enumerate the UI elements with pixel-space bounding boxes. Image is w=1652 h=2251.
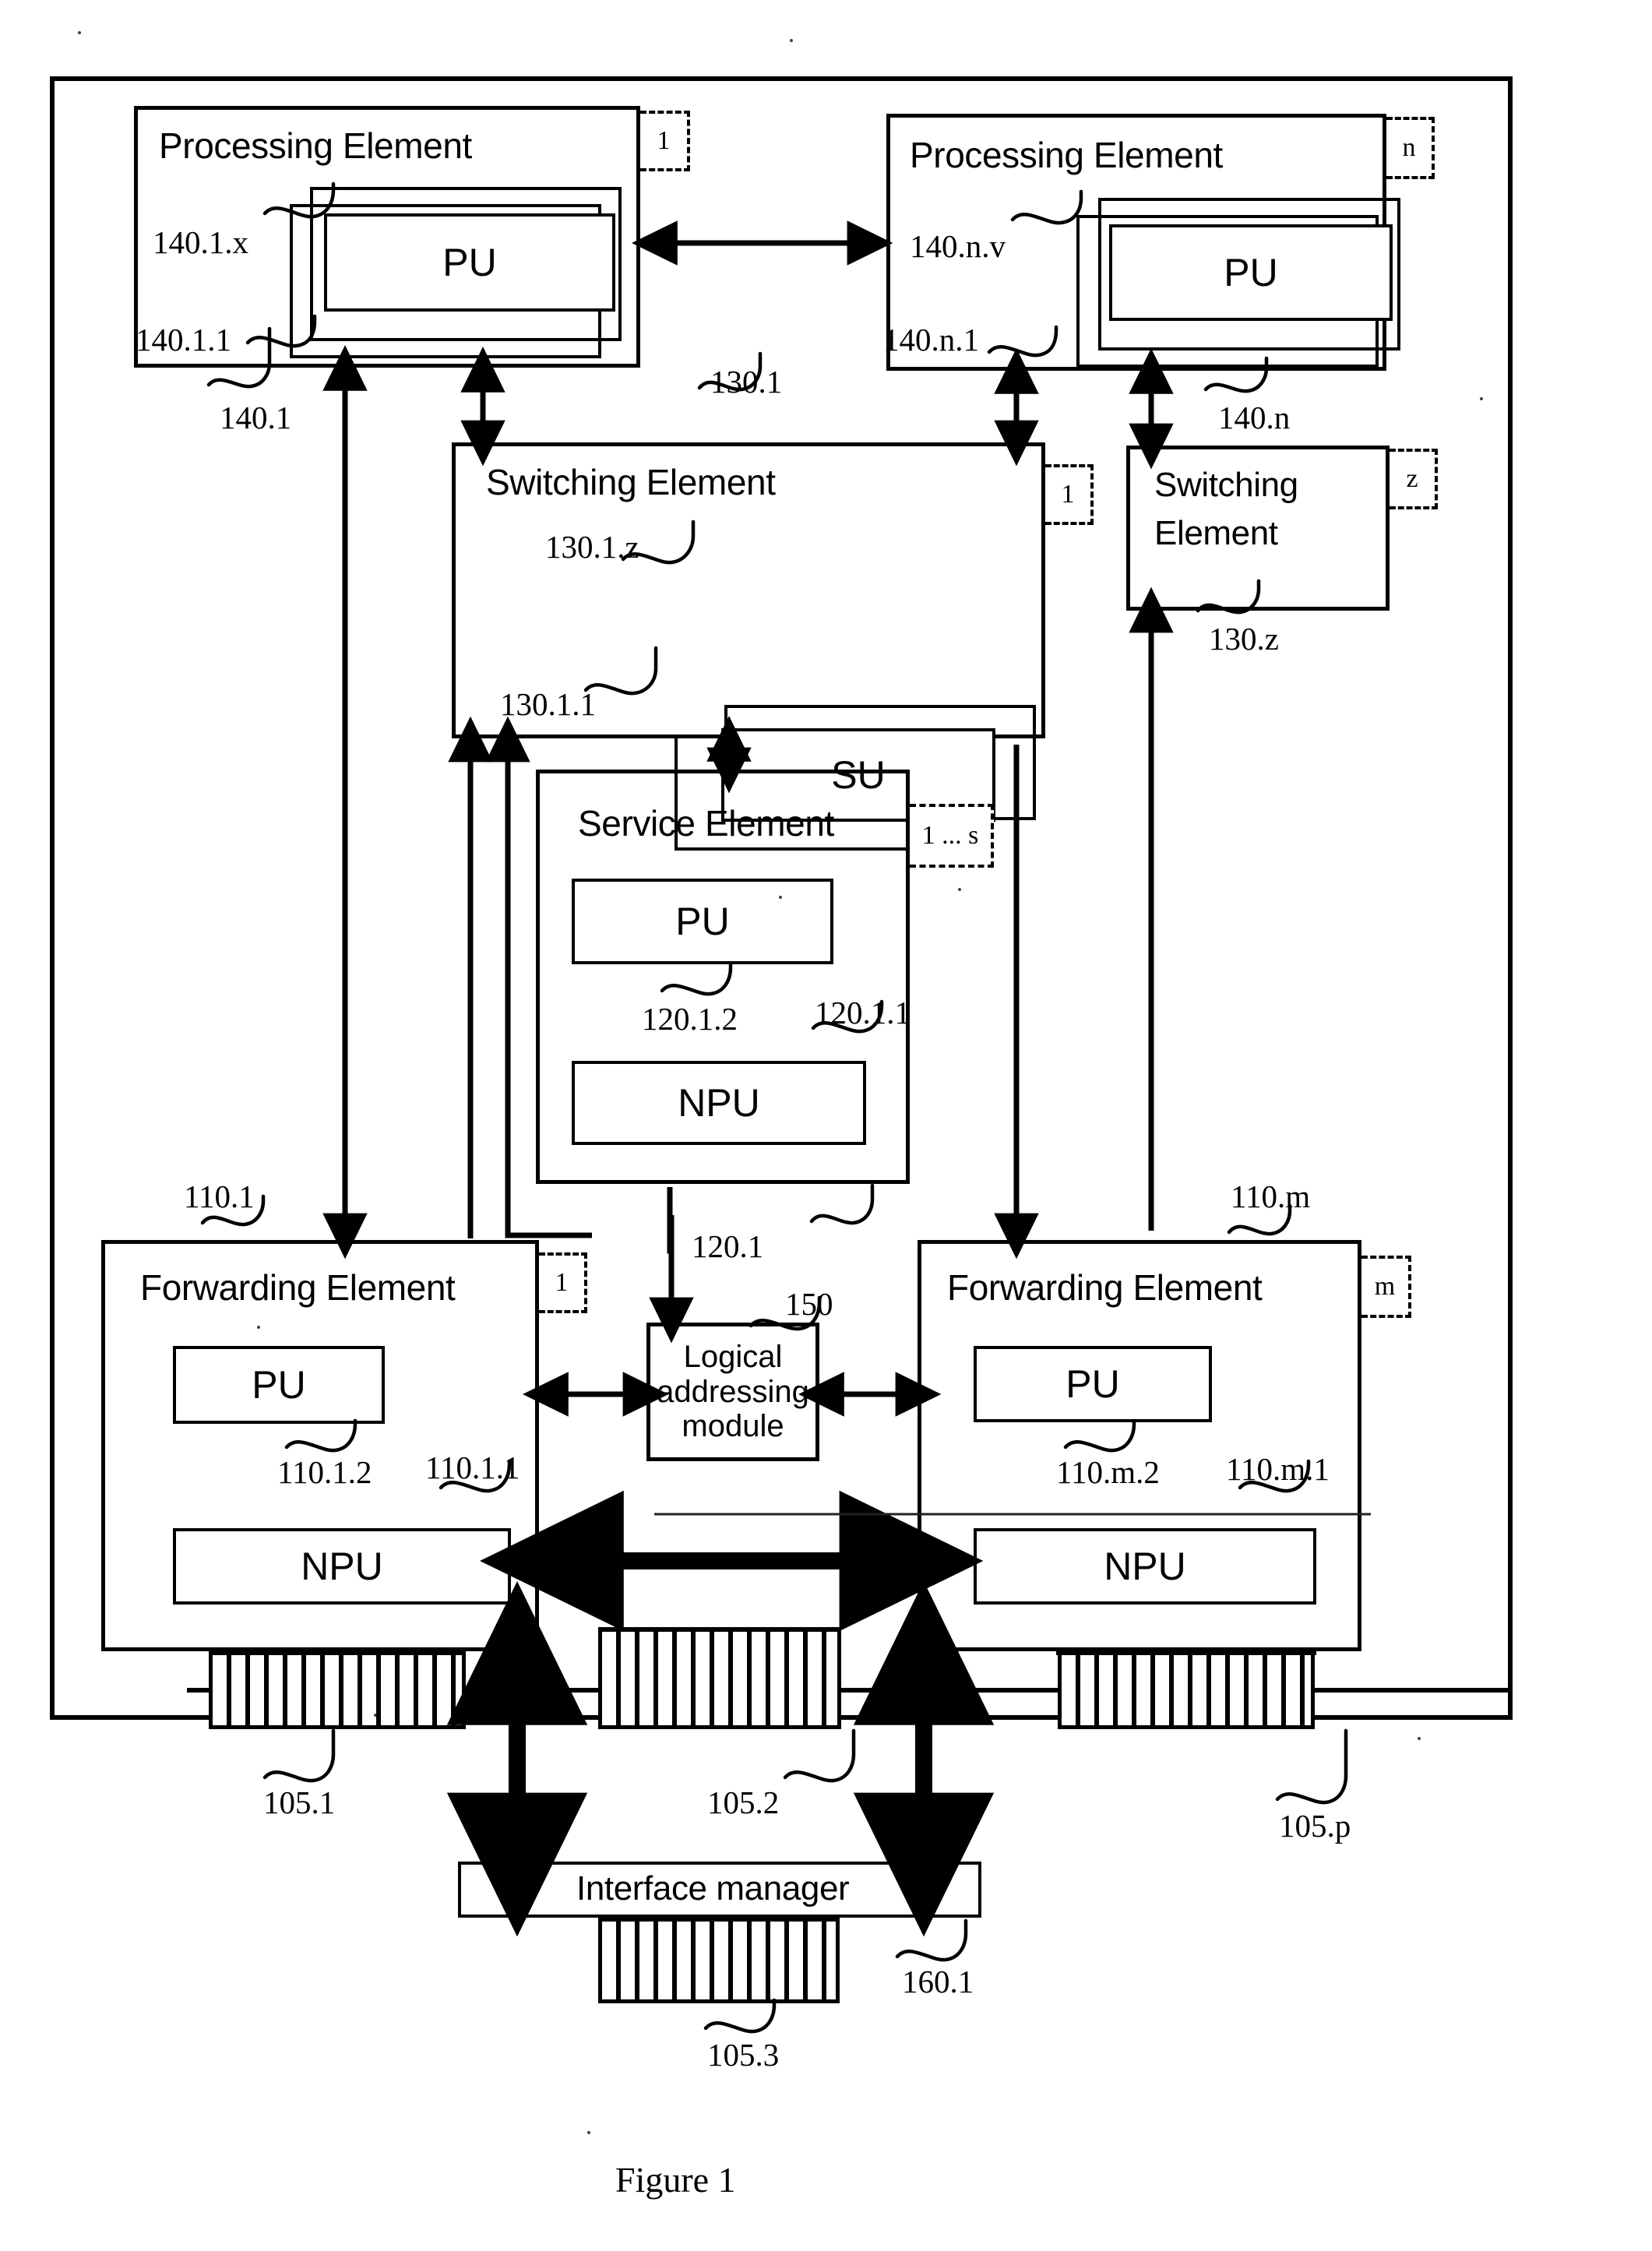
logical-addressing-module-line2: addressing bbox=[657, 1374, 809, 1409]
forwarding-element-1-npu[interactable]: NPU bbox=[173, 1528, 511, 1605]
logical-addressing-module-line3: module bbox=[682, 1409, 784, 1444]
processing-element-n-pu-label: PU bbox=[1224, 251, 1278, 294]
ref-110-m-1: 110.m.1 bbox=[1226, 1451, 1330, 1487]
figure-caption: Figure 1 bbox=[615, 2160, 736, 2200]
ref-105-p: 105.p bbox=[1279, 1808, 1351, 1844]
processing-element-1-pu-label: PU bbox=[442, 241, 497, 284]
ref-105-3: 105.3 bbox=[707, 2037, 780, 2073]
forwarding-element-1-title: Forwarding Element bbox=[140, 1267, 456, 1308]
service-element-pu[interactable]: PU bbox=[572, 879, 833, 964]
forwarding-element-1-badge-label: 1 bbox=[555, 1268, 569, 1297]
switching-element-z-badge: z bbox=[1390, 449, 1438, 509]
service-element-badge-label: 1 ... s bbox=[921, 821, 979, 850]
ref-140-1: 140.1 bbox=[220, 400, 292, 435]
ref-140-n-1: 140.n.1 bbox=[883, 322, 979, 358]
service-element-npu[interactable]: NPU bbox=[572, 1061, 866, 1145]
ref-110-m-2: 110.m.2 bbox=[1056, 1454, 1160, 1490]
processing-element-1-badge-label: 1 bbox=[657, 126, 671, 155]
processing-element-n-title: Processing Element bbox=[910, 135, 1223, 175]
ref-130-1: 130.1 bbox=[710, 364, 783, 400]
ref-130-1-z: 130.1.z bbox=[545, 529, 639, 565]
ref-140-n-v: 140.n.v bbox=[910, 228, 1006, 264]
forwarding-element-m-badge-label: m bbox=[1374, 1272, 1396, 1301]
logical-addressing-module-line1: Logical bbox=[683, 1339, 783, 1374]
switching-element-z-title-line2: Element bbox=[1154, 514, 1278, 552]
ref-120-1-2: 120.1.2 bbox=[642, 1001, 738, 1037]
ref-150: 150 bbox=[785, 1286, 833, 1322]
switching-element-z-title-line1: Switching bbox=[1154, 466, 1298, 504]
forwarding-element-m-pu-label: PU bbox=[1066, 1362, 1120, 1406]
ref-140-1-x: 140.1.x bbox=[153, 224, 248, 260]
ref-105-1: 105.1 bbox=[263, 1784, 336, 1820]
ref-140-n: 140.n bbox=[1218, 400, 1291, 435]
forwarding-element-1-pu[interactable]: PU bbox=[173, 1346, 385, 1424]
forwarding-element-m-pu[interactable]: PU bbox=[974, 1346, 1212, 1422]
processing-element-1-badge: 1 bbox=[640, 111, 690, 171]
ref-120-1-1: 120.1.1 bbox=[815, 995, 911, 1030]
port-group-105-2[interactable] bbox=[598, 1628, 841, 1729]
service-element-badge: 1 ... s bbox=[910, 804, 994, 868]
ref-110-m: 110.m bbox=[1231, 1178, 1311, 1214]
ref-160-1: 160.1 bbox=[902, 1964, 974, 1999]
forwarding-element-1-pu-label: PU bbox=[252, 1363, 306, 1407]
ref-140-1-1: 140.1.1 bbox=[136, 322, 231, 358]
logical-addressing-module[interactable]: Logical addressing module bbox=[646, 1323, 819, 1461]
ref-120-1: 120.1 bbox=[692, 1228, 764, 1264]
forwarding-element-m-badge: m bbox=[1361, 1256, 1411, 1318]
switching-element-1-badge-label: 1 bbox=[1061, 480, 1075, 509]
ref-110-1: 110.1 bbox=[184, 1178, 255, 1214]
ref-130-z: 130.z bbox=[1209, 621, 1279, 657]
processing-element-1-title: Processing Element bbox=[159, 125, 472, 166]
processing-element-n-badge: n bbox=[1386, 117, 1435, 179]
interface-manager-title: Interface manager bbox=[576, 1869, 850, 1908]
processing-element-n-pu[interactable]: PU bbox=[1109, 224, 1393, 321]
switching-element-1-badge: 1 bbox=[1045, 464, 1094, 525]
forwarding-element-m-npu[interactable]: NPU bbox=[974, 1528, 1316, 1605]
service-element-npu-label: NPU bbox=[678, 1081, 760, 1125]
port-group-105-3[interactable] bbox=[598, 1918, 840, 2003]
switching-element-1-title: Switching Element bbox=[486, 462, 776, 502]
service-element-pu-label: PU bbox=[675, 900, 730, 943]
forwarding-element-1-npu-label: NPU bbox=[301, 1545, 383, 1588]
ref-105-2: 105.2 bbox=[707, 1784, 780, 1820]
processing-element-n-badge-label: n bbox=[1402, 133, 1416, 162]
ref-130-1-1: 130.1.1 bbox=[500, 686, 596, 722]
forwarding-element-m-npu-label: NPU bbox=[1104, 1545, 1186, 1588]
figure-canvas: Processing Element 1 PU 140.1.x 140.1.1 … bbox=[0, 0, 1652, 2251]
processing-element-1-pu[interactable]: PU bbox=[324, 213, 615, 312]
port-group-105-1[interactable] bbox=[209, 1651, 466, 1729]
port-group-105-p[interactable] bbox=[1058, 1651, 1315, 1729]
ref-110-1-1: 110.1.1 bbox=[425, 1450, 520, 1485]
service-element-title: Service Element bbox=[578, 803, 834, 844]
switching-element-z-badge-label: z bbox=[1406, 464, 1418, 493]
forwarding-element-1-badge: 1 bbox=[539, 1252, 587, 1313]
forwarding-element-m-title: Forwarding Element bbox=[947, 1267, 1263, 1308]
ref-110-1-2: 110.1.2 bbox=[277, 1454, 372, 1490]
